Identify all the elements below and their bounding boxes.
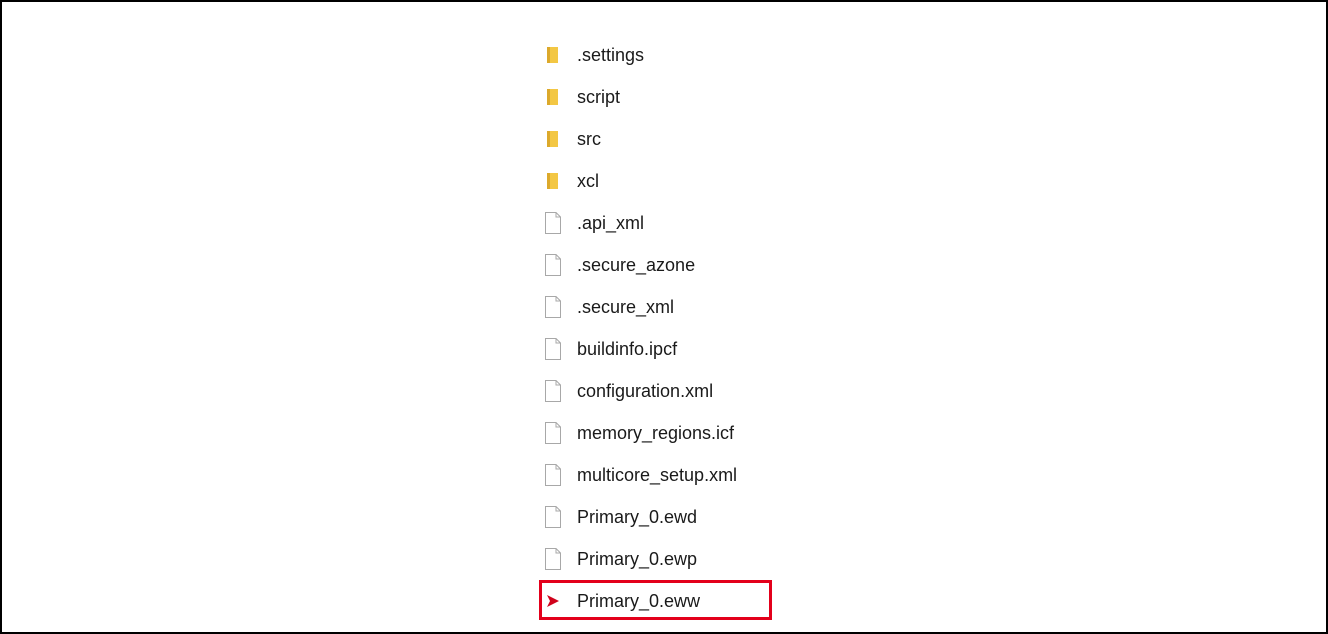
list-item-file-primary-eww[interactable]: Primary_0.eww <box>539 580 839 622</box>
file-icon <box>539 328 573 370</box>
file-name: multicore_setup.xml <box>577 464 738 485</box>
list-item-folder-xcl[interactable]: xcl <box>539 160 839 202</box>
file-icon <box>539 412 573 454</box>
file-name: src <box>577 128 601 149</box>
screenshot-frame: .settings script src xcl .api_xml .secur… <box>0 0 1328 634</box>
file-name: .secure_azone <box>577 254 696 275</box>
folder-icon <box>539 160 573 202</box>
file-name: Primary_0.ewp <box>577 548 698 569</box>
list-item-file-primary-ewd[interactable]: Primary_0.ewd <box>539 496 839 538</box>
folder-icon <box>539 118 573 160</box>
file-name: Primary_0.ewd <box>577 506 698 527</box>
list-item-file-buildinfo[interactable]: buildinfo.ipcf <box>539 328 839 370</box>
list-item-file-primary-ewp[interactable]: Primary_0.ewp <box>539 538 839 580</box>
list-item-file-configuration[interactable]: configuration.xml <box>539 370 839 412</box>
iar-workspace-icon <box>539 580 573 622</box>
list-item-folder-settings[interactable]: .settings <box>539 34 839 76</box>
list-item-file-api-xml[interactable]: .api_xml <box>539 202 839 244</box>
file-name: .settings <box>577 44 645 65</box>
list-item-folder-src[interactable]: src <box>539 118 839 160</box>
folder-icon <box>539 76 573 118</box>
list-item-file-multicore-setup[interactable]: multicore_setup.xml <box>539 454 839 496</box>
file-name: Primary_0.eww <box>577 590 701 611</box>
file-icon <box>539 244 573 286</box>
file-icon <box>539 496 573 538</box>
file-name: xcl <box>577 170 599 191</box>
file-icon <box>539 454 573 496</box>
file-name: .api_xml <box>577 212 645 233</box>
list-item-file-memory-regions[interactable]: memory_regions.icf <box>539 412 839 454</box>
list-item-file-secure-azone[interactable]: .secure_azone <box>539 244 839 286</box>
file-icon <box>539 286 573 328</box>
folder-icon <box>539 34 573 76</box>
file-name: configuration.xml <box>577 380 714 401</box>
file-icon <box>539 370 573 412</box>
file-icon <box>539 538 573 580</box>
list-item-folder-script[interactable]: script <box>539 76 839 118</box>
file-list: .settings script src xcl .api_xml .secur… <box>539 34 839 622</box>
file-name: .secure_xml <box>577 296 675 317</box>
list-item-file-secure-xml[interactable]: .secure_xml <box>539 286 839 328</box>
file-name: buildinfo.ipcf <box>577 338 678 359</box>
file-icon <box>539 202 573 244</box>
file-name: memory_regions.icf <box>577 422 735 443</box>
file-name: script <box>577 86 621 107</box>
